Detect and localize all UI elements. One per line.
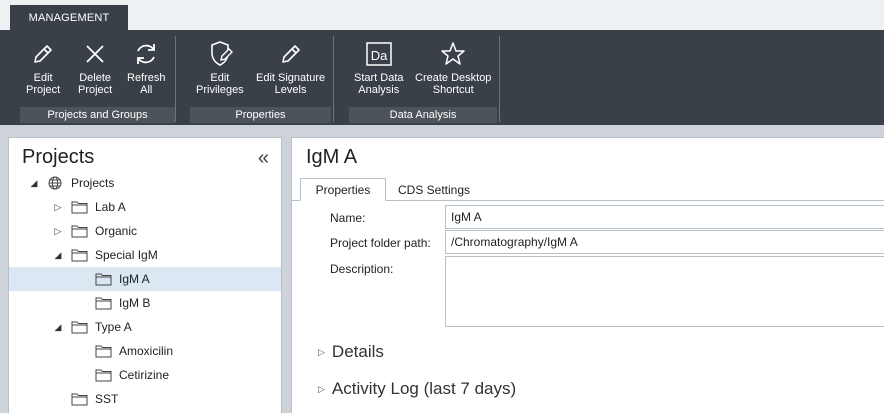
delete-project-button[interactable]: Delete Project (78, 38, 112, 96)
ribbon-separator (499, 36, 500, 122)
folder-icon (71, 224, 89, 238)
details-section-label: Details (331, 342, 384, 361)
tree-item-label: Organic (95, 224, 138, 238)
tree-item[interactable]: IgM A (9, 267, 281, 291)
group-caption-projects: Projects and Groups (20, 107, 175, 123)
collapsed-arrow-icon[interactable]: ▷ (53, 226, 63, 237)
refresh-icon (129, 38, 163, 70)
folder-icon (95, 368, 113, 382)
edit-signature-levels-button[interactable]: Edit Signature Levels (256, 38, 325, 96)
edit-privileges-label: Edit Privileges (196, 72, 244, 96)
edit-signature-levels-label: Edit Signature Levels (256, 72, 326, 96)
folder-icon (71, 248, 89, 262)
tab-management[interactable]: MANAGEMENT (10, 5, 128, 31)
tree-item[interactable]: ▷ Lab A (9, 195, 281, 219)
tree-item-label: Special IgM (95, 248, 158, 262)
panel-title: Projects (22, 146, 95, 168)
folder-icon (71, 320, 89, 334)
pencil-icon (274, 38, 308, 70)
name-label: Name: (330, 211, 366, 225)
tab-cds-settings[interactable]: CDS Settings (390, 178, 478, 201)
refresh-all-label: Refresh All (127, 72, 166, 96)
tree-item[interactable]: IgM B (9, 291, 281, 315)
data-analysis-icon: Da (362, 38, 396, 70)
project-folder-path-label: Project folder path: (330, 236, 431, 250)
tree-item-label: Lab A (95, 200, 126, 214)
tree-item-label: Cetirizine (119, 368, 170, 382)
folder-icon (95, 344, 113, 358)
tree-item-label: Type A (95, 320, 132, 334)
refresh-all-button[interactable]: Refresh All (127, 38, 166, 96)
name-field[interactable]: IgM A (445, 205, 884, 229)
description-label: Description: (330, 262, 394, 276)
folder-icon (71, 392, 89, 406)
edit-project-button[interactable]: Edit Project (26, 38, 60, 96)
tree-item[interactable]: ▷ Organic (9, 219, 281, 243)
tree-item-label: Projects (71, 176, 115, 190)
ribbon-tab-strip (0, 0, 884, 30)
project-details-panel: IgM A Properties CDS Settings Name: IgM … (291, 137, 884, 413)
tree-item-label: IgM B (119, 296, 151, 310)
activity-log-section-label: Activity Log (last 7 days) (331, 379, 517, 398)
group-caption-data-analysis: Data Analysis (349, 107, 497, 123)
folder-icon (95, 296, 113, 310)
activity-log-section-toggle[interactable]: ▷ Activity Log (last 7 days) (318, 379, 516, 399)
collapsed-arrow-icon[interactable]: ▷ (53, 202, 63, 213)
ribbon-separator (175, 36, 176, 122)
folder-icon (71, 200, 89, 214)
tree-item[interactable]: SST (9, 387, 281, 411)
create-desktop-shortcut-label: Create Desktop Shortcut (415, 72, 492, 96)
delete-project-label: Delete Project (78, 72, 113, 96)
tab-properties[interactable]: Properties (300, 178, 386, 201)
expanded-arrow-icon[interactable]: ◢ (53, 322, 63, 333)
chevron-right-icon: ▷ (318, 346, 325, 357)
create-desktop-shortcut-button[interactable]: Create Desktop Shortcut (415, 38, 491, 96)
collapse-panel-button[interactable]: « (258, 147, 269, 170)
folder-icon (95, 272, 113, 286)
project-folder-path-field[interactable]: /Chromatography/IgM A (445, 230, 884, 254)
ribbon: Edit Project Delete Project Refresh All … (0, 30, 884, 125)
tree-item[interactable]: Amoxicilin (9, 339, 281, 363)
close-icon (78, 38, 112, 70)
svg-text:Da: Da (370, 48, 387, 63)
details-section-toggle[interactable]: ▷ Details (318, 342, 384, 362)
tree-item[interactable]: ◢ Projects (9, 171, 281, 195)
projects-panel: Projects « ◢ Projects ▷ Lab A ▷ Organic ◢ Speci… (8, 137, 282, 413)
tree-item[interactable]: ◢ Type A (9, 315, 281, 339)
tree-item-label: IgM A (119, 272, 150, 286)
pencil-icon (26, 38, 60, 70)
expanded-arrow-icon[interactable]: ◢ (53, 250, 63, 261)
description-field[interactable] (445, 256, 884, 327)
group-caption-properties: Properties (190, 107, 331, 123)
page-title: IgM A (306, 146, 358, 168)
star-icon (436, 38, 470, 70)
expanded-arrow-icon[interactable]: ◢ (29, 178, 39, 189)
tree-item-label: Amoxicilin (119, 344, 174, 358)
globe-icon (47, 176, 65, 190)
start-data-analysis-button[interactable]: Da Start Data Analysis (354, 38, 404, 96)
tree-item-label: SST (95, 392, 119, 406)
tree-item[interactable]: Cetirizine (9, 363, 281, 387)
ribbon-separator (333, 36, 334, 122)
chevron-right-icon: ▷ (318, 383, 325, 394)
edit-project-label: Edit Project (26, 72, 61, 96)
start-data-analysis-label: Start Data Analysis (354, 72, 404, 96)
shield-pencil-icon (203, 38, 237, 70)
edit-privileges-button[interactable]: Edit Privileges (196, 38, 244, 96)
tree-item[interactable]: ◢ Special IgM (9, 243, 281, 267)
